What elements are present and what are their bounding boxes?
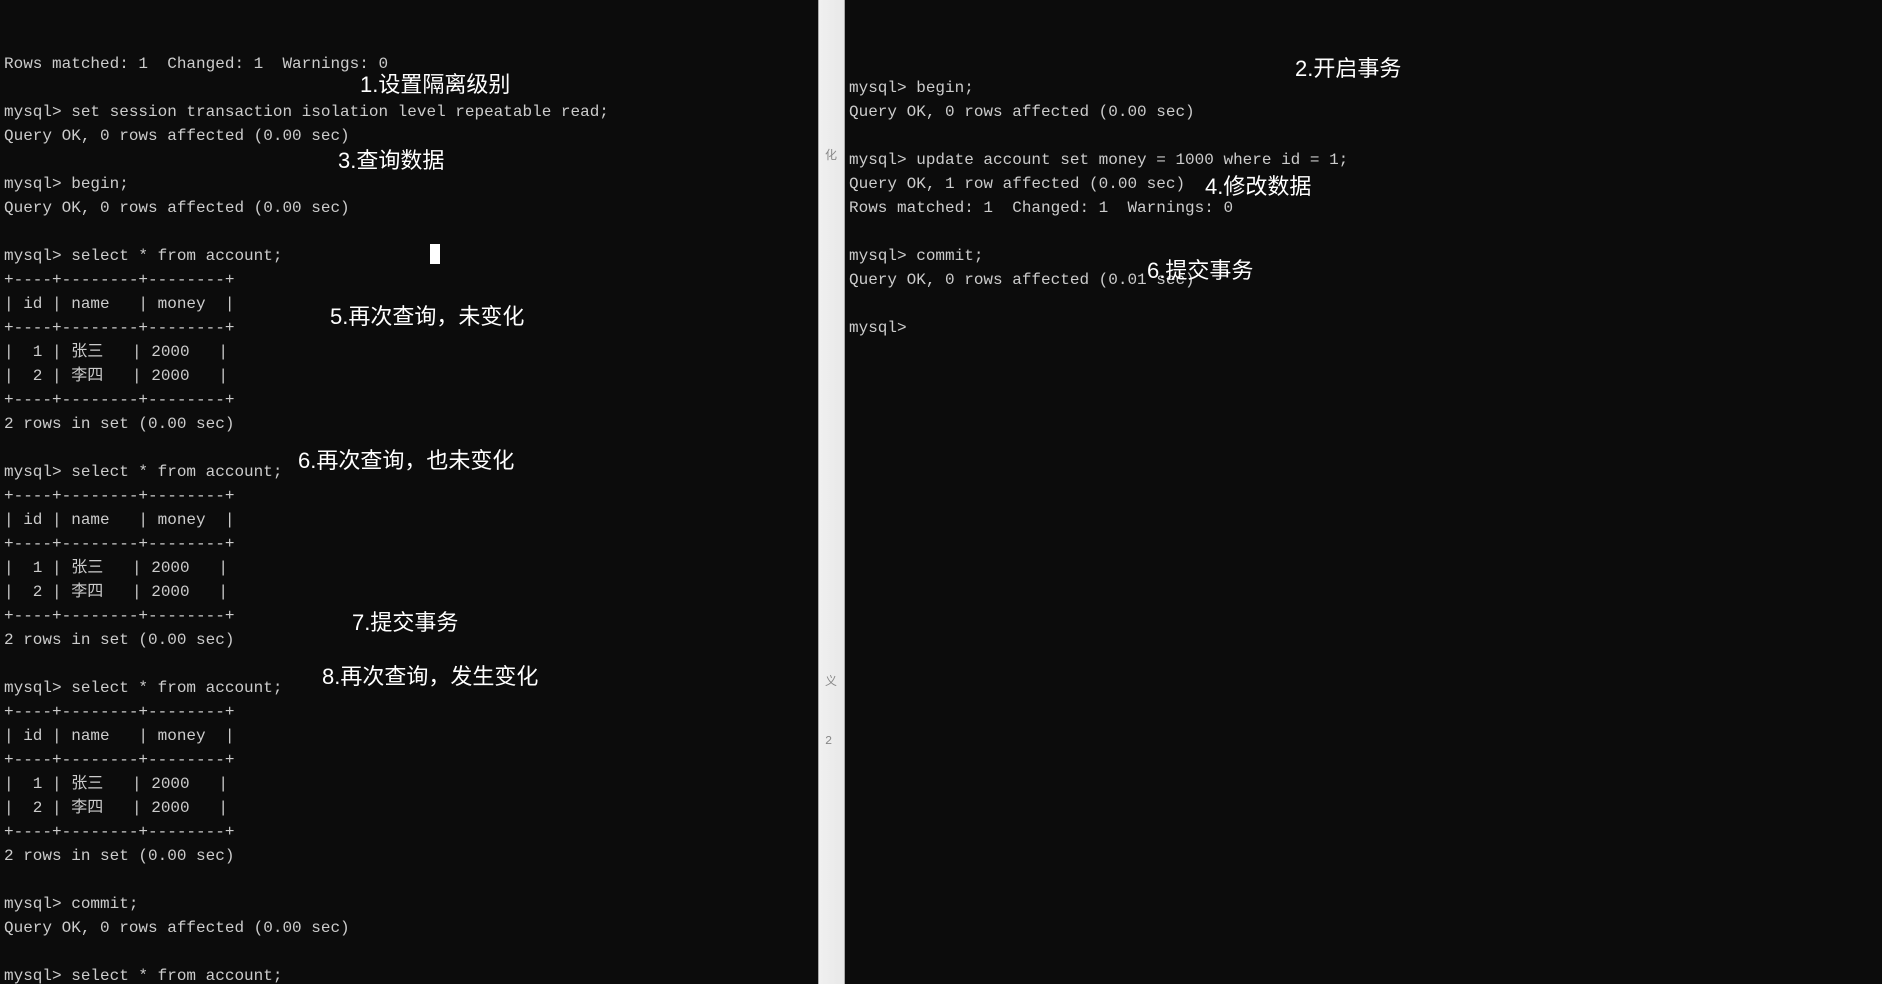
terminal-line: | 2 | 李四 | 2000 | [4,364,818,388]
terminal-line: mysql> set session transaction isolation… [4,100,818,124]
right-terminal-content: mysql> begin;Query OK, 0 rows affected (… [849,52,1882,340]
left-terminal[interactable]: Rows matched: 1 Changed: 1 Warnings: 0my… [0,0,818,984]
terminal-line [849,292,1882,316]
terminal-line [849,124,1882,148]
gap-fragment: 义 [825,672,837,689]
right-terminal[interactable]: mysql> begin;Query OK, 0 rows affected (… [845,0,1882,984]
terminal-line [4,940,818,964]
terminal-line: | 2 | 李四 | 2000 | [4,580,818,604]
terminal-line: +----+--------+--------+ [4,268,818,292]
annotation-label: 2.开启事务 [1295,52,1401,85]
terminal-line: mysql> [849,316,1882,340]
terminal-line: +----+--------+--------+ [4,700,818,724]
terminal-line: mysql> select * from account; [4,964,818,984]
terminal-line: +----+--------+--------+ [4,388,818,412]
gap-fragment: 2 [825,734,832,748]
annotation-label: 4.修改数据 [1205,170,1311,203]
terminal-line: mysql> update account set money = 1000 w… [849,148,1882,172]
annotation-label: 6.再次查询，也未变化 [298,444,514,477]
terminal-line: mysql> select * from account; [4,244,818,268]
terminal-line [4,220,818,244]
terminal-line: | 1 | 张三 | 2000 | [4,772,818,796]
annotation-label: 7.提交事务 [352,606,458,639]
terminal-line: Query OK, 0 rows affected (0.00 sec) [4,916,818,940]
annotation-label: 1.设置隔离级别 [360,68,510,101]
terminal-line: Query OK, 0 rows affected (0.00 sec) [849,100,1882,124]
terminal-divider: 化义 2 [818,0,845,984]
terminal-line: | 1 | 张三 | 2000 | [4,556,818,580]
terminal-line: Query OK, 0 rows affected (0.01 sec) [849,268,1882,292]
terminal-cursor [430,244,440,264]
terminal-line: +----+--------+--------+ [4,484,818,508]
terminal-line: | 2 | 李四 | 2000 | [4,796,818,820]
terminal-line [849,220,1882,244]
annotation-label: 6.提交事务 [1147,254,1253,287]
annotation-label: 5.再次查询，未变化 [330,300,524,333]
terminal-line: Query OK, 1 row affected (0.00 sec) [849,172,1882,196]
terminal-line: | id | name | money | [4,724,818,748]
terminal-line: | 1 | 张三 | 2000 | [4,340,818,364]
terminal-line: Rows matched: 1 Changed: 1 Warnings: 0 [849,196,1882,220]
terminal-line: 2 rows in set (0.00 sec) [4,412,818,436]
annotation-label: 3.查询数据 [338,144,444,177]
terminal-line: mysql> commit; [849,244,1882,268]
terminal-line [4,868,818,892]
annotation-label: 8.再次查询，发生变化 [322,660,538,693]
terminal-line: | id | name | money | [4,508,818,532]
terminal-line: +----+--------+--------+ [4,532,818,556]
terminal-line: mysql> commit; [4,892,818,916]
terminal-line: 2 rows in set (0.00 sec) [4,844,818,868]
terminal-line: +----+--------+--------+ [4,748,818,772]
terminal-line: +----+--------+--------+ [4,820,818,844]
terminal-line: Query OK, 0 rows affected (0.00 sec) [4,196,818,220]
left-terminal-content: Rows matched: 1 Changed: 1 Warnings: 0my… [4,52,818,984]
gap-fragment: 化 [825,146,837,163]
